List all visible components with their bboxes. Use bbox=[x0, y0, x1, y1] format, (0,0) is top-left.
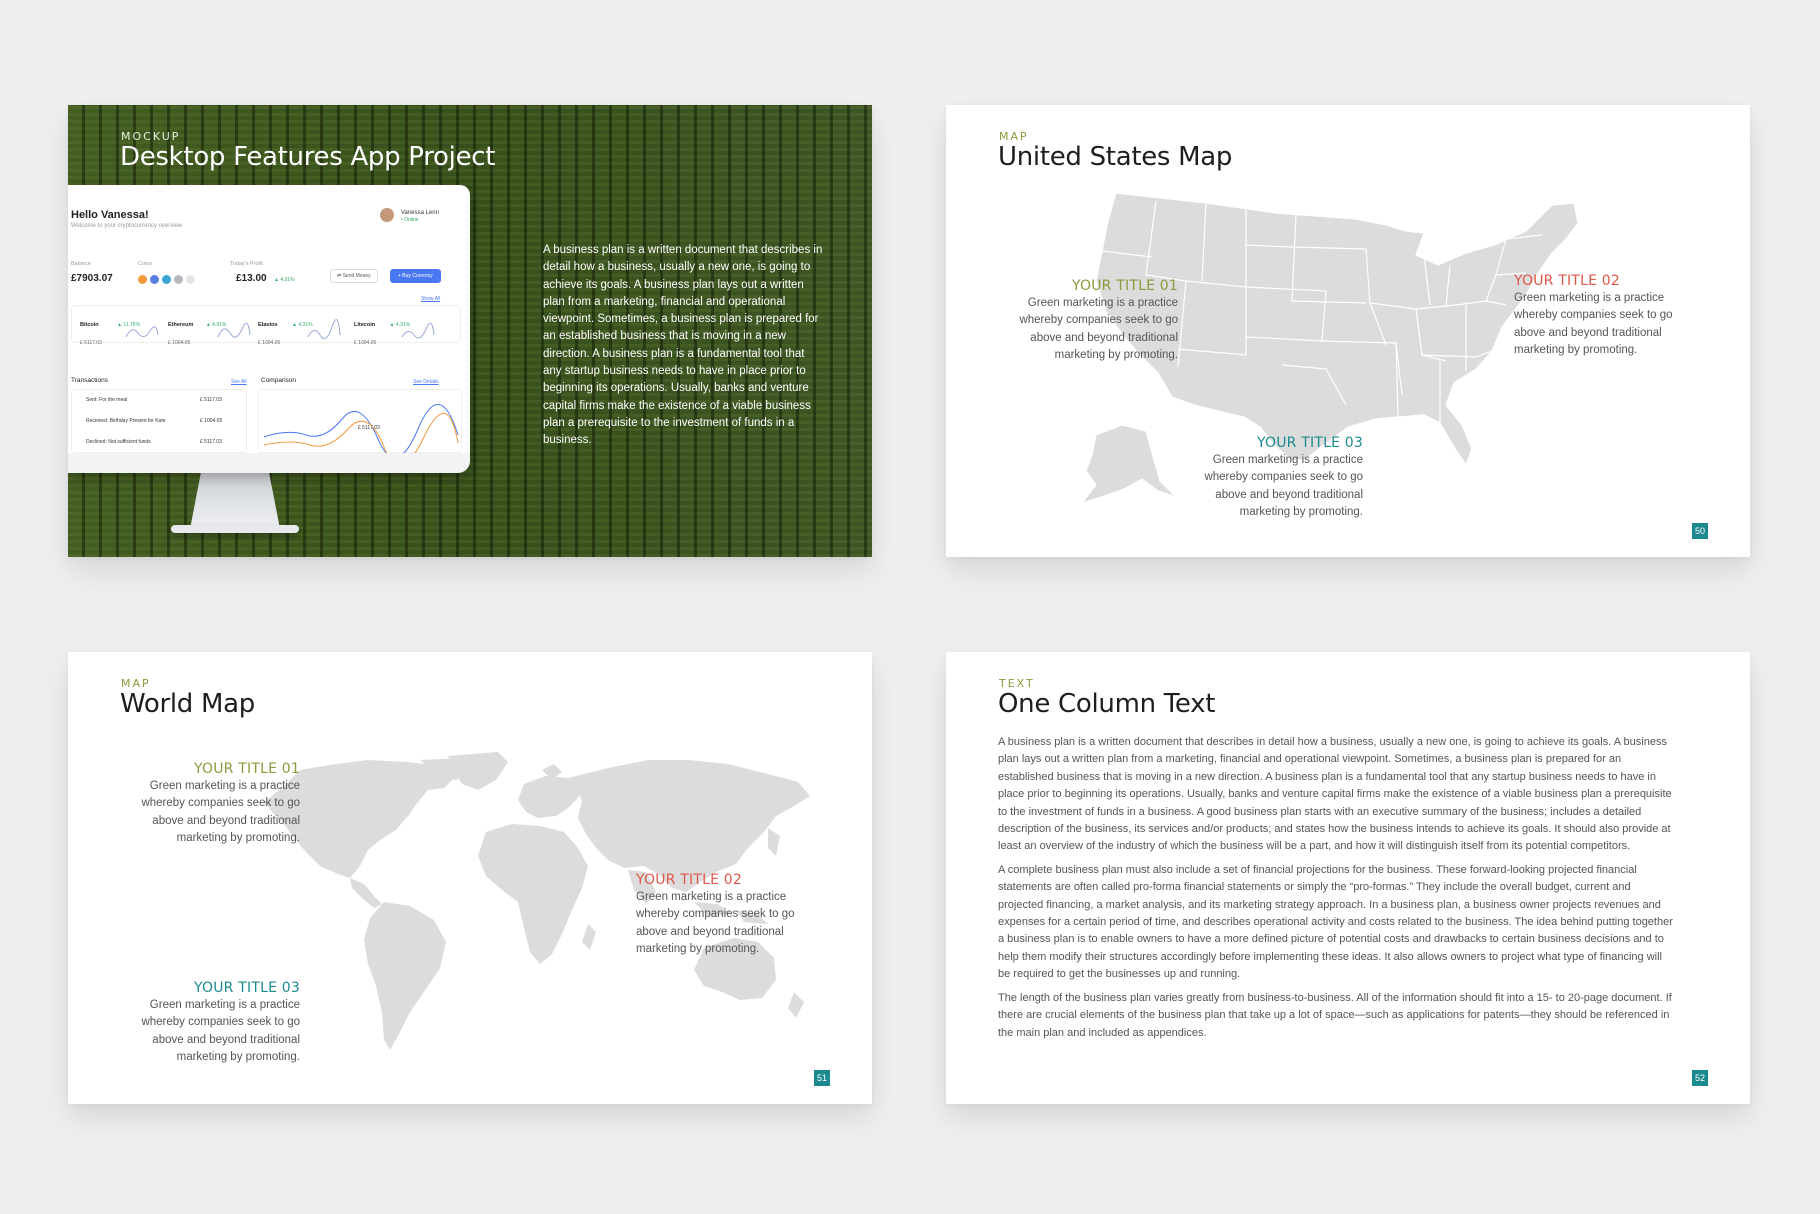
annotation-title: YOUR TITLE 01 bbox=[194, 761, 300, 777]
app-screen: Hello Vanessa! Welcome to your cryptocur… bbox=[68, 185, 470, 453]
annotation-01: YOUR TITLE 01 Green marketing is a pract… bbox=[128, 760, 300, 847]
monitor-foot bbox=[171, 525, 299, 533]
profit-percent: ▲ 4.31% bbox=[274, 277, 295, 283]
transaction-row[interactable]: Sent: For the meal bbox=[86, 397, 127, 403]
profit-value: £13.00 bbox=[236, 273, 267, 284]
annotation-title: YOUR TITLE 03 bbox=[1257, 435, 1363, 451]
user-status: • Online bbox=[401, 217, 419, 223]
litecoin-coin-icon bbox=[174, 275, 183, 284]
elastos-coin-icon bbox=[162, 275, 171, 284]
bitcoin-coin-icon bbox=[138, 275, 147, 284]
slide-world-map: MAP World Map YOUR TITLE 01 Green market… bbox=[68, 652, 872, 1104]
transaction-amount: £ 5117.03 bbox=[200, 439, 222, 445]
transactions-heading: Transactions bbox=[71, 377, 108, 384]
buy-currency-button[interactable]: + Buy Currency bbox=[390, 269, 441, 283]
annotation-02: YOUR TITLE 02 Green marketing is a pract… bbox=[1514, 272, 1674, 359]
annotation-03: YOUR TITLE 03 Green marketing is a pract… bbox=[1191, 434, 1363, 521]
annotation-text: Green marketing is a practice whereby co… bbox=[141, 780, 300, 844]
comparison-lines bbox=[263, 404, 459, 453]
annotation-title: YOUR TITLE 02 bbox=[1514, 273, 1620, 289]
paragraph: A business plan is a written document th… bbox=[998, 736, 1672, 853]
coins-label: Coins bbox=[138, 261, 153, 267]
annotation-text: Green marketing is a practice whereby co… bbox=[1514, 292, 1673, 356]
user-name: Vanessa Lenn bbox=[401, 210, 439, 216]
send-money-button[interactable]: ⇄ Send Money bbox=[330, 269, 378, 283]
page-number: 52 bbox=[1692, 1070, 1708, 1086]
annotation-02: YOUR TITLE 02 Green marketing is a pract… bbox=[636, 871, 796, 958]
transaction-row[interactable]: Received: Birthday Present for Kate bbox=[86, 418, 166, 424]
slide-body-text: A business plan is a written document th… bbox=[543, 244, 823, 447]
profit-label: Today's Profit bbox=[230, 261, 263, 267]
monitor-stand bbox=[190, 473, 280, 529]
greeting: Hello Vanessa! bbox=[71, 209, 149, 221]
annotation-title: YOUR TITLE 03 bbox=[194, 980, 300, 996]
annotation-03: YOUR TITLE 03 Green marketing is a pract… bbox=[128, 979, 300, 1066]
show-all-link[interactable]: Show All bbox=[421, 296, 440, 302]
slide-united-states-map: MAP United States Map YOUR TITLE 01 Gree… bbox=[946, 105, 1750, 557]
ethereum-coin-icon bbox=[150, 275, 159, 284]
add-coin-icon[interactable] bbox=[186, 275, 195, 284]
avatar[interactable] bbox=[380, 208, 394, 222]
balance-value: £7903.07 bbox=[71, 273, 113, 284]
slide-one-column-text: TEXT One Column Text A business plan is … bbox=[946, 652, 1750, 1104]
see-details-link[interactable]: See Details bbox=[413, 379, 439, 385]
transaction-amount: £ 1004.05 bbox=[200, 418, 223, 424]
balance-label: Balance bbox=[71, 261, 91, 267]
slide-desktop-features: MOCKUP Desktop Features App Project A bu… bbox=[68, 105, 872, 557]
page-number: 50 bbox=[1692, 523, 1708, 539]
page-number: 51 bbox=[814, 1070, 830, 1086]
annotation-title: YOUR TITLE 01 bbox=[1072, 278, 1178, 294]
slide-title: Desktop Features App Project bbox=[120, 142, 496, 172]
desktop-mockup: Hello Vanessa! Welcome to your cryptocur… bbox=[68, 185, 470, 473]
annotation-text: Green marketing is a practice whereby co… bbox=[141, 999, 300, 1063]
greeting-subtitle: Welcome to your cryptocurrency overview bbox=[71, 223, 183, 229]
body-text: A business plan is a written document th… bbox=[998, 734, 1673, 1048]
annotation-text: Green marketing is a practice whereby co… bbox=[1019, 297, 1178, 361]
paragraph: A complete business plan must also inclu… bbox=[998, 863, 1673, 981]
comparison-heading: Comparison bbox=[261, 377, 297, 384]
transaction-amount: £ 5117.03 bbox=[200, 397, 222, 403]
paragraph: The length of the business plan varies g… bbox=[998, 991, 1672, 1039]
slide-title: One Column Text bbox=[998, 689, 1216, 719]
annotation-title: YOUR TITLE 02 bbox=[636, 872, 742, 888]
transaction-row[interactable]: Declined: Not sufficient funds bbox=[86, 439, 151, 445]
annotation-01: YOUR TITLE 01 Green marketing is a pract… bbox=[1006, 277, 1178, 364]
annotation-text: Green marketing is a practice whereby co… bbox=[636, 891, 795, 955]
see-all-link[interactable]: See All bbox=[231, 379, 247, 385]
annotation-text: Green marketing is a practice whereby co… bbox=[1204, 454, 1363, 518]
ticker-sparklines bbox=[125, 319, 435, 340]
